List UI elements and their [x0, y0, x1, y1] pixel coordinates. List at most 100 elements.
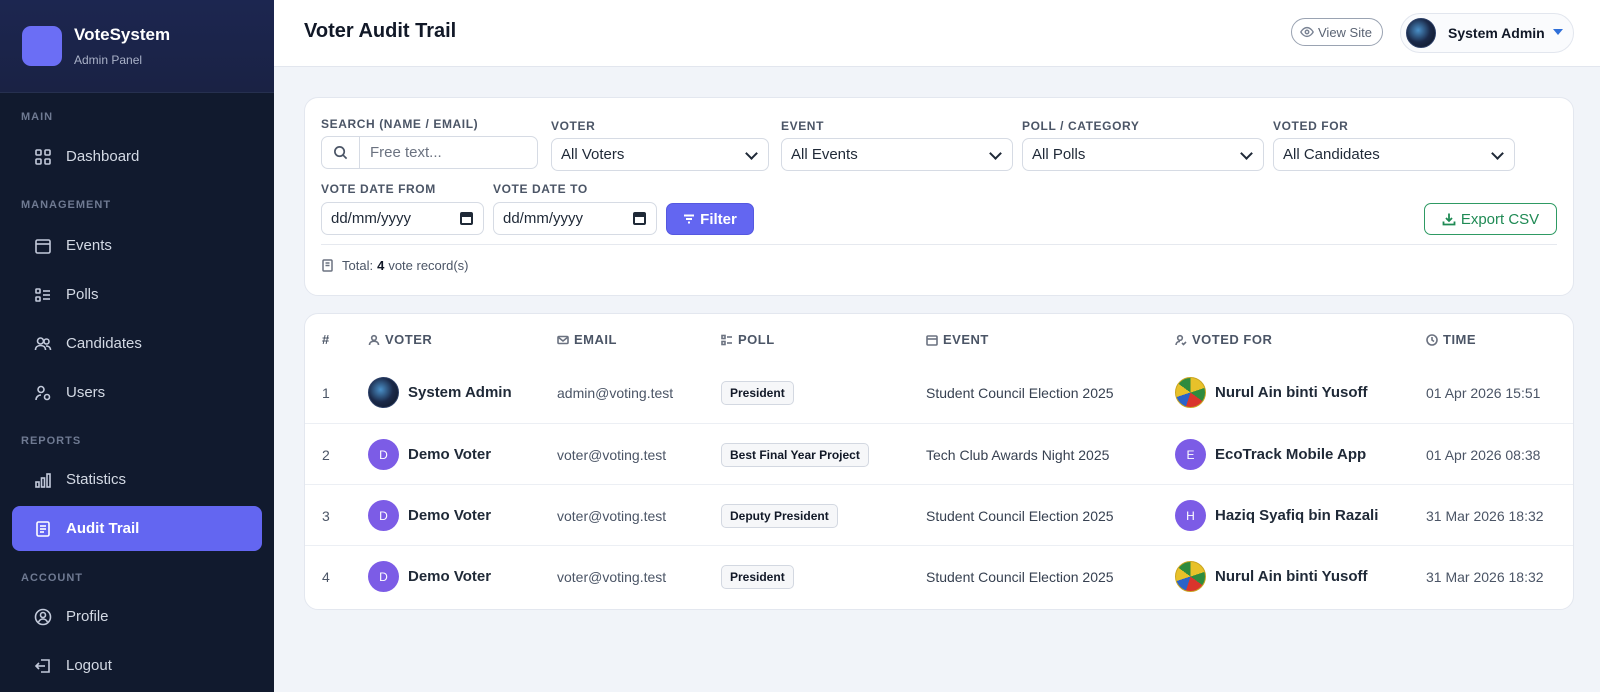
- voter-name: Demo Voter: [408, 507, 492, 524]
- time-cell: 01 Apr 2026 08:38: [1426, 446, 1541, 463]
- caret-down-icon: [1553, 29, 1563, 35]
- avatar: [368, 377, 399, 408]
- calendar-icon[interactable]: [633, 212, 646, 225]
- brand-name: VoteSystem: [74, 25, 171, 44]
- date-from-input[interactable]: dd/mm/yyyy: [321, 202, 484, 235]
- audit-table: # VOTER EMAIL POLL EVENT VOTED FOR TIME …: [304, 313, 1574, 610]
- view-site-label: View Site: [1318, 24, 1372, 40]
- sidebar-item-events[interactable]: Events: [12, 223, 262, 268]
- column-header-event: EVENT: [926, 332, 989, 347]
- voter-select-value: All Voters: [561, 146, 625, 163]
- email-cell: voter@voting.test: [557, 446, 667, 463]
- sidebar-item-dashboard[interactable]: Dashboard: [12, 134, 262, 179]
- sidebar-item-label: Audit Trail: [66, 520, 140, 537]
- brand-logo: [22, 26, 62, 66]
- poll-cell: President: [721, 546, 794, 607]
- candidate-avatar: H: [1175, 500, 1206, 531]
- column-header-voted-for: VOTED FOR: [1175, 332, 1272, 347]
- candidate-name: Nurul Ain binti Yusoff: [1215, 568, 1368, 585]
- nav-section-main: MAIN: [21, 111, 54, 123]
- poll-badge: President: [721, 380, 794, 405]
- date-from-value: dd/mm/yyyy: [331, 210, 412, 227]
- sidebar-item-polls[interactable]: Polls: [12, 272, 262, 317]
- sidebar-item-profile[interactable]: Profile: [12, 594, 262, 639]
- filter-card: SEARCH (NAME / EMAIL) Free text... VOTER…: [304, 97, 1574, 296]
- download-icon: [1442, 213, 1456, 226]
- avatar: D: [368, 439, 399, 470]
- nav-section-account: ACCOUNT: [21, 572, 83, 584]
- poll-badge: Best Final Year Project: [721, 442, 869, 467]
- poll-cell: Deputy President: [721, 485, 838, 546]
- nav-section-reports: REPORTS: [21, 435, 82, 447]
- sidebar: VoteSystem Admin Panel MAIN Dashboard MA…: [0, 0, 274, 692]
- date-to-label: VOTE DATE TO: [493, 182, 588, 196]
- sidebar-item-audit-trail[interactable]: Audit Trail: [12, 506, 262, 551]
- calendar-icon: [926, 334, 938, 346]
- sidebar-item-users[interactable]: Users: [12, 370, 262, 415]
- view-site-button[interactable]: View Site: [1291, 18, 1383, 46]
- time-cell: 31 Mar 2026 18:32: [1426, 568, 1544, 585]
- candidate-avatar: [1175, 561, 1206, 592]
- export-csv-button[interactable]: Export CSV: [1424, 203, 1557, 235]
- list-check-icon: [721, 334, 732, 345]
- email-cell: voter@voting.test: [557, 568, 667, 585]
- sidebar-item-label: Statistics: [66, 471, 127, 488]
- user-check-icon: [1175, 334, 1187, 346]
- bar-chart-icon: [34, 471, 52, 489]
- candidate-avatar: E: [1175, 439, 1206, 470]
- nav-section-management: MANAGEMENT: [21, 199, 112, 211]
- avatar: [1406, 18, 1436, 48]
- voter-name: Demo Voter: [408, 568, 492, 585]
- voted-for-label: VOTED FOR: [1273, 119, 1349, 133]
- divider: [321, 244, 1557, 245]
- sidebar-item-candidates[interactable]: Candidates: [12, 321, 262, 366]
- page-title: Voter Audit Trail: [304, 20, 457, 42]
- column-header-label: EMAIL: [574, 332, 617, 347]
- filter-button[interactable]: Filter: [666, 203, 754, 235]
- brand[interactable]: VoteSystem Admin Panel: [0, 0, 274, 93]
- event-select[interactable]: All Events: [781, 138, 1013, 171]
- total-prefix: Total:: [342, 258, 374, 273]
- search-icon: [322, 136, 360, 169]
- table-row[interactable]: 2 D Demo Voter voter@voting.test Best Fi…: [305, 423, 1573, 484]
- document-icon: [322, 259, 333, 272]
- user-menu[interactable]: System Admin: [1400, 13, 1574, 53]
- column-header-label: EVENT: [943, 332, 989, 347]
- total-suffix: vote record(s): [388, 258, 469, 273]
- chevron-down-icon: [1491, 147, 1504, 160]
- sidebar-item-statistics[interactable]: Statistics: [12, 457, 262, 502]
- table-row[interactable]: 3 D Demo Voter voter@voting.test Deputy …: [305, 484, 1573, 545]
- sidebar-item-label: Dashboard: [66, 148, 140, 165]
- column-header-label: VOTED FOR: [1192, 332, 1273, 347]
- grid-icon: [34, 148, 52, 166]
- poll-badge: President: [721, 564, 794, 589]
- voted-for-cell: Nurul Ain binti Yusoff: [1175, 546, 1368, 607]
- date-from-label: VOTE DATE FROM: [321, 182, 436, 196]
- voter-select[interactable]: All Voters: [551, 138, 769, 171]
- chevron-down-icon: [989, 147, 1002, 160]
- column-header-label: POLL: [738, 332, 775, 347]
- poll-select[interactable]: All Polls: [1022, 138, 1264, 171]
- sidebar-item-logout[interactable]: Logout: [12, 643, 262, 688]
- date-to-input[interactable]: dd/mm/yyyy: [493, 202, 657, 235]
- search-input[interactable]: Free text...: [321, 136, 538, 169]
- row-number: 3: [322, 507, 330, 524]
- table-row[interactable]: 4 D Demo Voter voter@voting.test Preside…: [305, 545, 1573, 606]
- calendar-icon[interactable]: [460, 212, 473, 225]
- export-button-label: Export CSV: [1460, 210, 1540, 228]
- voted-for-select[interactable]: All Candidates: [1273, 138, 1515, 171]
- filter-icon: [684, 214, 695, 224]
- brand-subtitle: Admin Panel: [74, 53, 143, 67]
- sidebar-item-label: Logout: [66, 657, 112, 674]
- column-header-label: VOTER: [385, 332, 433, 347]
- column-header-label: #: [322, 332, 330, 347]
- person-icon: [368, 334, 380, 345]
- avatar: D: [368, 500, 399, 531]
- voter-label: VOTER: [551, 119, 596, 133]
- event-cell: Tech Club Awards Night 2025: [926, 446, 1110, 463]
- event-label: EVENT: [781, 119, 825, 133]
- poll-select-value: All Polls: [1032, 146, 1086, 163]
- total-count: 4: [377, 258, 385, 273]
- table-row[interactable]: 1 System Admin admin@voting.test Preside…: [305, 362, 1573, 423]
- event-cell: Student Council Election 2025: [926, 384, 1114, 401]
